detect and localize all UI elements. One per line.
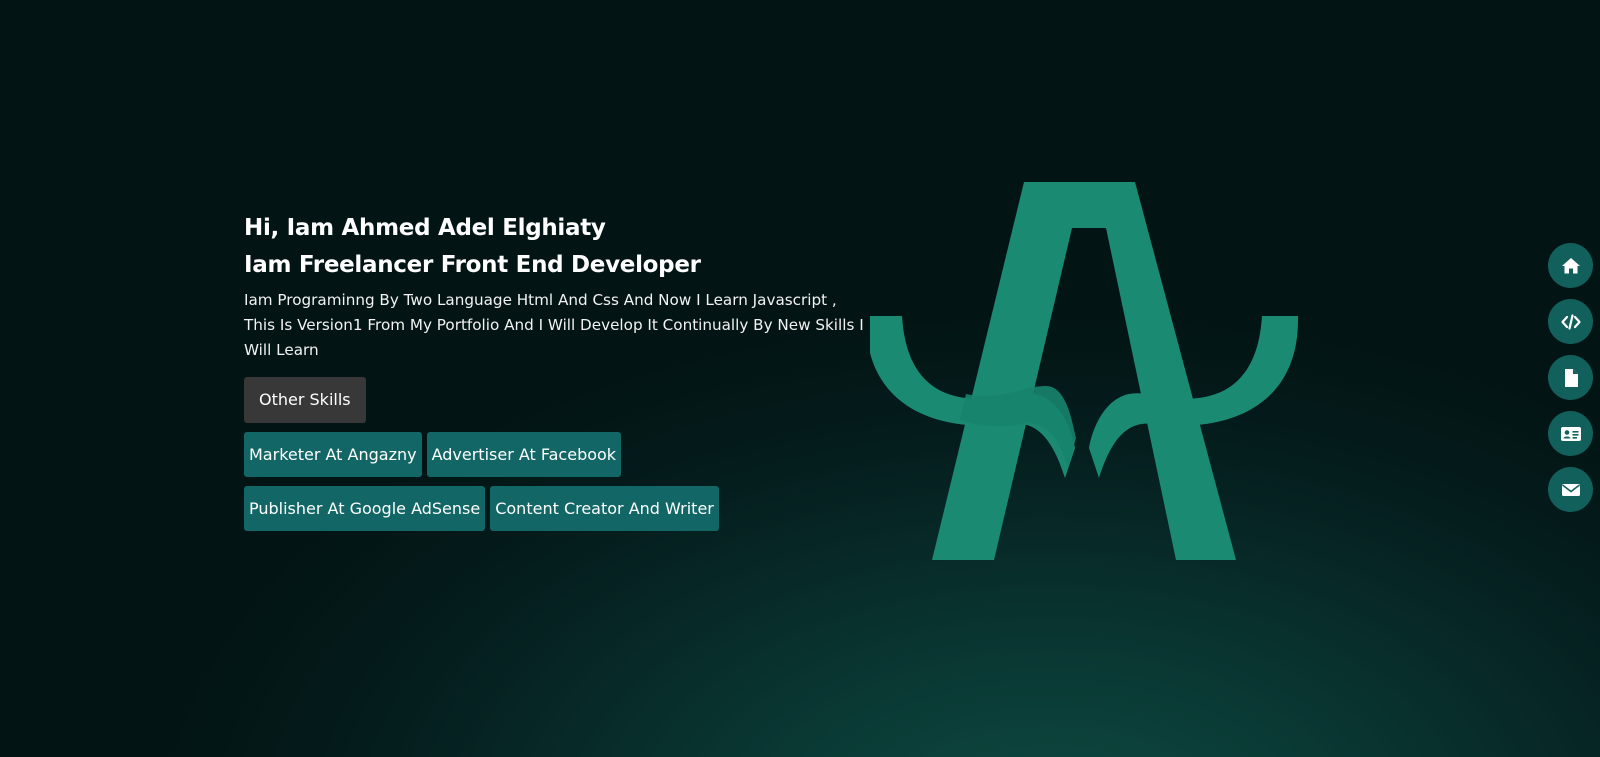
other-skills-button[interactable]: Other Skills bbox=[244, 377, 366, 423]
file-icon bbox=[1564, 368, 1578, 387]
envelope-icon bbox=[1561, 483, 1580, 496]
hero-section: Hi, Iam Ahmed Adel Elghiaty Iam Freelanc… bbox=[244, 210, 864, 531]
nav-projects-button[interactable] bbox=[1548, 299, 1593, 344]
code-icon bbox=[1560, 313, 1581, 330]
nav-home-button[interactable] bbox=[1548, 243, 1593, 288]
hero-role: Iam Freelancer Front End Developer bbox=[244, 252, 701, 278]
skill-tag[interactable]: Content Creator And Writer bbox=[490, 486, 719, 531]
skills-row: Publisher At Google AdSense Content Crea… bbox=[244, 486, 864, 531]
hero-greeting: Hi, Iam Ahmed Adel Elghiaty bbox=[244, 215, 606, 241]
skills-row: Marketer At Angazny Advertiser At Facebo… bbox=[244, 432, 864, 477]
hero-intro: Iam Programinng By Two Language Html And… bbox=[244, 291, 864, 359]
logo-a-icon bbox=[870, 182, 1299, 560]
home-icon bbox=[1561, 257, 1580, 273]
skill-tag[interactable]: Marketer At Angazny bbox=[244, 432, 422, 477]
nav-contact-button[interactable] bbox=[1548, 467, 1593, 512]
side-nav bbox=[1548, 243, 1593, 512]
skill-tag[interactable]: Advertiser At Facebook bbox=[426, 432, 622, 477]
id-card-icon bbox=[1560, 426, 1581, 441]
nav-about-button[interactable] bbox=[1548, 411, 1593, 456]
skill-tag[interactable]: Publisher At Google AdSense bbox=[244, 486, 486, 531]
nav-resume-button[interactable] bbox=[1548, 355, 1593, 400]
